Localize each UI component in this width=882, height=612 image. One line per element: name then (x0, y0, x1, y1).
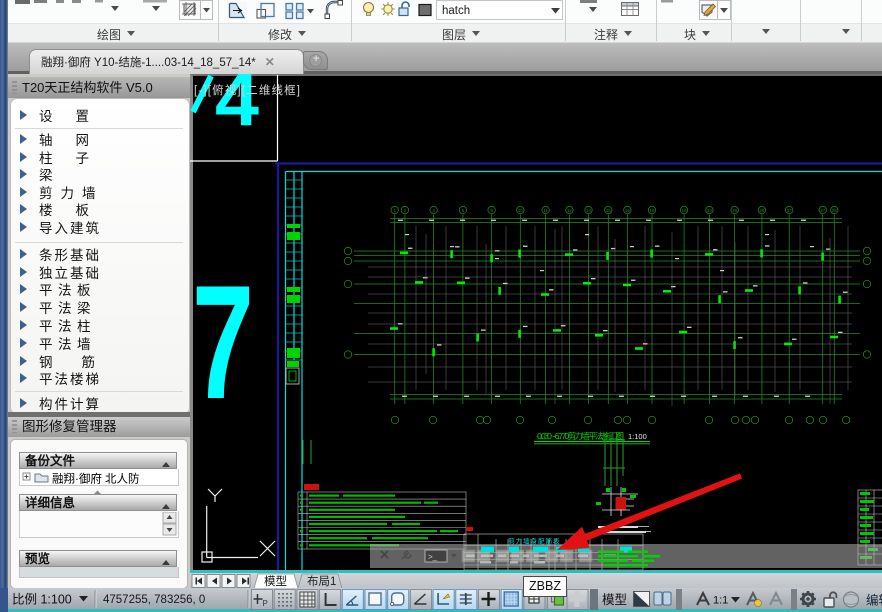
svg-text:16: 16 (625, 208, 631, 213)
svg-text:>_: >_ (428, 553, 438, 562)
svg-text:1:100: 1:100 (628, 432, 647, 441)
svg-text:12: 12 (567, 208, 573, 213)
svg-text:25: 25 (732, 208, 738, 213)
svg-text:19: 19 (682, 208, 688, 213)
svg-text:模型: 模型 (264, 574, 287, 588)
svg-text:比例 1:100: 比例 1:100 (12, 593, 72, 607)
svg-text:1: 1 (393, 208, 396, 213)
svg-text:26: 26 (759, 208, 765, 213)
svg-text:11: 11 (543, 208, 548, 213)
svg-text:P: P (263, 599, 268, 608)
svg-text:模型: 模型 (602, 593, 627, 607)
svg-text:27: 27 (787, 208, 793, 213)
svg-text:23: 23 (707, 208, 713, 213)
svg-text:布局1: 布局1 (307, 575, 336, 588)
svg-text:27: 27 (820, 208, 826, 213)
svg-text:编辑: 编辑 (866, 593, 882, 608)
svg-text:15: 15 (606, 208, 612, 213)
svg-text:4757255, 783256, 0: 4757255, 783256, 0 (103, 594, 205, 606)
svg-text:6: 6 (462, 208, 465, 213)
svg-text:8: 8 (490, 208, 493, 213)
svg-text:融翔·御府 北人防: 融翔·御府 北人防 (52, 472, 140, 486)
svg-text:4: 4 (432, 208, 435, 213)
svg-text:18: 18 (649, 208, 655, 213)
svg-text:1:1: 1:1 (713, 595, 728, 607)
svg-text:2: 2 (404, 208, 407, 213)
svg-text:[-][俯视][二维线框]: [-][俯视][二维线框] (194, 83, 300, 97)
svg-text:28: 28 (832, 208, 838, 213)
svg-text:14: 14 (586, 208, 592, 213)
svg-text:hatch: hatch (442, 5, 470, 17)
svg-text:10: 10 (518, 208, 524, 213)
svg-text:7: 7 (192, 252, 254, 433)
